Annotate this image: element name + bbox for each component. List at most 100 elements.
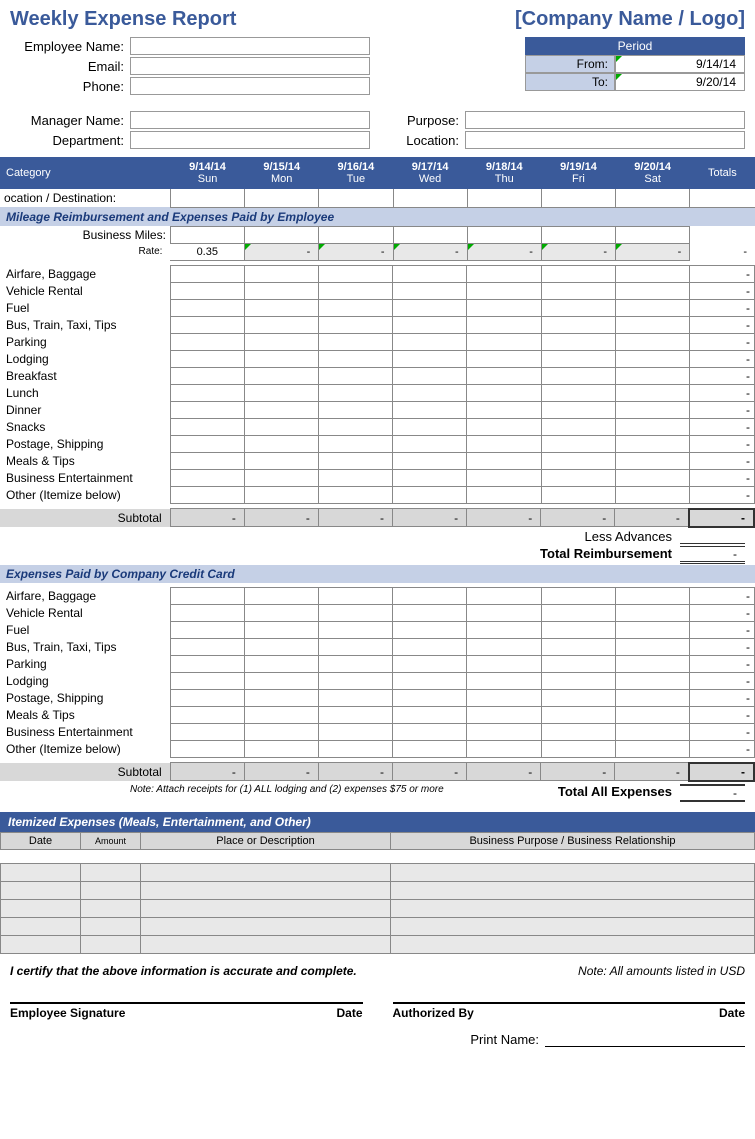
expense-cell[interactable]: [615, 621, 689, 638]
expense-cell[interactable]: [467, 418, 541, 435]
expense-cell[interactable]: [244, 401, 318, 418]
expense-cell[interactable]: [467, 452, 541, 469]
expense-cell[interactable]: [319, 723, 393, 740]
itemized-row[interactable]: [1, 863, 755, 881]
department-input[interactable]: [130, 131, 370, 149]
expense-cell[interactable]: [319, 621, 393, 638]
expense-cell[interactable]: [319, 672, 393, 689]
expense-cell[interactable]: [244, 740, 318, 757]
itemized-row[interactable]: [1, 935, 755, 953]
expense-cell[interactable]: [393, 333, 467, 350]
expense-cell[interactable]: [467, 299, 541, 316]
expense-cell[interactable]: [393, 282, 467, 299]
expense-cell[interactable]: [467, 706, 541, 723]
location-input[interactable]: [465, 131, 745, 149]
expense-cell[interactable]: [319, 384, 393, 401]
authorized-by-line[interactable]: Authorized By Date: [393, 1002, 746, 1020]
cell[interactable]: [319, 226, 393, 243]
expense-cell[interactable]: [170, 333, 244, 350]
expense-cell[interactable]: [319, 333, 393, 350]
expense-cell[interactable]: [615, 435, 689, 452]
expense-cell[interactable]: [244, 265, 318, 282]
expense-cell[interactable]: [170, 316, 244, 333]
expense-cell[interactable]: [467, 316, 541, 333]
expense-cell[interactable]: [319, 706, 393, 723]
loc-cell[interactable]: [319, 189, 393, 207]
expense-cell[interactable]: [319, 316, 393, 333]
expense-cell[interactable]: [615, 723, 689, 740]
expense-cell[interactable]: [393, 740, 467, 757]
expense-cell[interactable]: [615, 740, 689, 757]
employee-name-input[interactable]: [130, 37, 370, 55]
expense-cell[interactable]: [541, 706, 615, 723]
loc-cell[interactable]: [170, 189, 244, 207]
expense-cell[interactable]: [615, 655, 689, 672]
expense-cell[interactable]: [393, 706, 467, 723]
expense-cell[interactable]: [541, 740, 615, 757]
expense-cell[interactable]: [615, 452, 689, 469]
loc-cell[interactable]: [245, 189, 319, 207]
expense-cell[interactable]: [467, 350, 541, 367]
expense-cell[interactable]: [615, 486, 689, 503]
expense-cell[interactable]: [541, 452, 615, 469]
expense-cell[interactable]: [467, 604, 541, 621]
expense-cell[interactable]: [541, 418, 615, 435]
employee-signature-line[interactable]: Employee Signature Date: [10, 1002, 363, 1020]
expense-cell[interactable]: [467, 367, 541, 384]
purpose-input[interactable]: [465, 111, 745, 129]
cell[interactable]: [616, 226, 690, 243]
print-name-line[interactable]: [545, 1032, 745, 1047]
expense-cell[interactable]: [467, 435, 541, 452]
expense-cell[interactable]: [467, 587, 541, 604]
expense-cell[interactable]: [393, 655, 467, 672]
cell[interactable]: [393, 226, 467, 243]
expense-cell[interactable]: [244, 655, 318, 672]
expense-cell[interactable]: [393, 265, 467, 282]
expense-cell[interactable]: [244, 435, 318, 452]
expense-cell[interactable]: [244, 689, 318, 706]
expense-cell[interactable]: [244, 587, 318, 604]
expense-cell[interactable]: [615, 672, 689, 689]
expense-cell[interactable]: [170, 689, 244, 706]
expense-cell[interactable]: [467, 672, 541, 689]
expense-cell[interactable]: [170, 265, 244, 282]
expense-cell[interactable]: [615, 638, 689, 655]
expense-cell[interactable]: [244, 469, 318, 486]
expense-cell[interactable]: [467, 282, 541, 299]
expense-cell[interactable]: [467, 740, 541, 757]
expense-cell[interactable]: [393, 604, 467, 621]
expense-cell[interactable]: [467, 384, 541, 401]
expense-cell[interactable]: [393, 452, 467, 469]
expense-cell[interactable]: [319, 587, 393, 604]
expense-cell[interactable]: [541, 655, 615, 672]
expense-cell[interactable]: [615, 299, 689, 316]
expense-cell[interactable]: [319, 740, 393, 757]
expense-cell[interactable]: [393, 672, 467, 689]
expense-cell[interactable]: [393, 469, 467, 486]
expense-cell[interactable]: [244, 282, 318, 299]
rate-value[interactable]: 0.35: [170, 243, 244, 260]
cell[interactable]: [245, 226, 319, 243]
expense-cell[interactable]: [244, 367, 318, 384]
expense-cell[interactable]: [319, 469, 393, 486]
expense-cell[interactable]: [393, 299, 467, 316]
expense-cell[interactable]: [615, 265, 689, 282]
cell[interactable]: [541, 226, 615, 243]
expense-cell[interactable]: [467, 401, 541, 418]
expense-cell[interactable]: [244, 333, 318, 350]
expense-cell[interactable]: [541, 367, 615, 384]
expense-cell[interactable]: [467, 265, 541, 282]
itemized-row[interactable]: [1, 899, 755, 917]
period-to-value[interactable]: 9/20/14: [615, 73, 745, 91]
expense-cell[interactable]: [467, 621, 541, 638]
expense-cell[interactable]: [170, 384, 244, 401]
expense-cell[interactable]: [319, 265, 393, 282]
expense-cell[interactable]: [393, 723, 467, 740]
expense-cell[interactable]: [244, 384, 318, 401]
expense-cell[interactable]: [467, 638, 541, 655]
expense-cell[interactable]: [541, 333, 615, 350]
expense-cell[interactable]: [541, 435, 615, 452]
expense-cell[interactable]: [244, 452, 318, 469]
expense-cell[interactable]: [170, 655, 244, 672]
manager-input[interactable]: [130, 111, 370, 129]
